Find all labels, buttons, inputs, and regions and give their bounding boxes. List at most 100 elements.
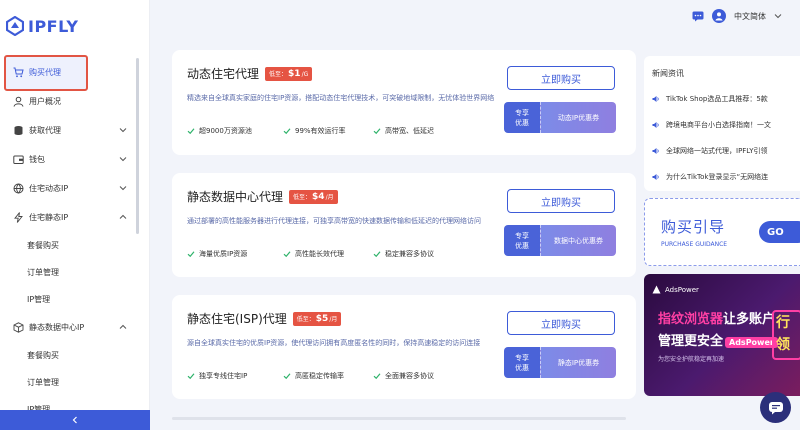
sidebar-subitem-order-management[interactable]: 订单管理 <box>0 259 140 286</box>
chat-support-button[interactable] <box>760 392 791 423</box>
news-item[interactable]: 全球网络一站式代理，IPFLY引领 <box>652 146 800 156</box>
feature-item: 高性能长效代理 <box>283 249 373 259</box>
chevron-up-icon <box>119 214 127 219</box>
sidebar-item-label: 购买代理 <box>29 68 61 77</box>
news-item[interactable]: TikTok Shop选品工具推荐：5款 <box>652 94 800 104</box>
sidebar-item-user-overview[interactable]: 用户概况 <box>0 87 140 116</box>
sidebar-item-buy-proxy[interactable]: 购买代理 <box>0 58 140 87</box>
news-item[interactable]: 跨境电商平台小白选择指南！一文 <box>652 120 800 130</box>
coupon-tag-line: 专享 <box>515 353 529 362</box>
check-icon <box>283 373 291 380</box>
sidebar-subitem-package-purchase[interactable]: 套餐购买 <box>0 232 140 259</box>
chevron-down-icon <box>119 128 127 133</box>
purchase-guide-banner[interactable]: 购买引导 PURCHASE GUIDANCE GO <box>644 198 800 266</box>
news-title: 新闻资讯 <box>652 69 684 78</box>
price-badge: 低至： $4/月 <box>289 189 338 204</box>
check-icon <box>373 128 381 135</box>
coupon-label: 动态IP优惠券 <box>540 102 616 133</box>
coupon-tag-line: 专享 <box>515 108 529 117</box>
guide-title: 购买引导 <box>661 218 726 236</box>
buy-now-button[interactable]: 立即购买 <box>507 66 615 90</box>
price-unit: /月 <box>325 193 334 201</box>
feature-item: 高匿稳定传输率 <box>283 371 373 381</box>
guide-go-button[interactable]: GO <box>759 221 800 243</box>
sidebar-item-label: 订单管理 <box>27 378 59 387</box>
message-icon[interactable] <box>692 11 704 22</box>
card-description: 源自全球真实住宅的优质IP资源，使代理访问拥有高度匿名性的同时，保持高速稳定的访… <box>187 339 481 347</box>
feature-label: 高带宽、低延迟 <box>385 127 434 135</box>
speaker-icon <box>652 174 659 180</box>
feature-item: 稳定兼容多协议 <box>373 249 434 259</box>
news-item-text: TikTok Shop选品工具推荐：5款 <box>666 95 768 103</box>
feature-list: 超9000万资源池 99%有效运行率 高带宽、低延迟 <box>187 126 434 136</box>
feature-list: 海量优质IP资源 高性能长效代理 稳定兼容多协议 <box>187 249 434 259</box>
sidebar-collapse-button[interactable] <box>0 410 150 430</box>
coupon-label: 数据中心优惠券 <box>540 225 616 256</box>
sidebar-subitem-order-management[interactable]: 订单管理 <box>0 369 140 396</box>
ad-tagline: 为您安全护航稳定再加速 <box>658 356 725 363</box>
coupon-tag: 专享 优惠 <box>504 347 540 378</box>
chevron-down-icon <box>119 157 127 162</box>
sidebar-item-get-proxy[interactable]: 获取代理 <box>0 116 140 145</box>
chevron-down-icon[interactable] <box>774 12 782 20</box>
card-title: 静态住宅(ISP)代理 <box>187 312 287 326</box>
check-icon <box>283 251 291 258</box>
feature-label: 稳定兼容多协议 <box>385 250 434 258</box>
cart-icon <box>13 67 24 78</box>
avatar[interactable] <box>712 9 726 23</box>
coupon-datacenter[interactable]: 专享 优惠 数据中心优惠券 <box>504 225 616 256</box>
news-item-text: 为什么TikTok登录显示“无网络连 <box>666 173 769 181</box>
product-card-dynamic-residential: 动态住宅代理 低至： $1/G 精选来自全球真实家庭的住宅IP资源，搭配动态住宅代… <box>172 50 636 155</box>
chevron-left-icon <box>72 416 77 424</box>
check-icon <box>283 128 291 135</box>
coupon-tag-line: 优惠 <box>515 241 529 250</box>
sidebar-item-label: 获取代理 <box>29 126 61 135</box>
sidebar-subitem-package-purchase[interactable]: 套餐购买 <box>0 342 140 369</box>
price-prefix: 低至： <box>293 193 312 201</box>
wallet-icon <box>13 154 24 165</box>
coupon-tag-line: 优惠 <box>515 363 529 372</box>
globe-icon <box>13 183 24 194</box>
feature-label: 海量优质IP资源 <box>199 250 248 258</box>
sidebar-item-residential-static-ip[interactable]: 住宅静态IP <box>0 203 140 232</box>
coupon-tag-line: 专享 <box>515 231 529 240</box>
price-value: $1 <box>288 68 301 79</box>
horizontal-scrollbar[interactable] <box>172 417 626 420</box>
sidebar-scrollbar[interactable] <box>136 58 139 234</box>
adspower-ad-banner[interactable]: AdsPower 指纹浏览器让多账户 管理更安全 AdsPower 为您安全护航稳… <box>644 274 800 396</box>
sidebar-item-label: 住宅静态IP <box>29 213 69 222</box>
feature-label: 独享专线住宅IP <box>199 372 248 380</box>
sidebar: IPFLY 购买代理 用户概况 获取代理 钱包 住宅动态IP 住宅静态IP 套餐… <box>0 0 150 430</box>
sidebar-item-static-datacenter-ip[interactable]: 静态数据中心IP <box>0 313 140 342</box>
user-avatar-icon <box>715 12 723 21</box>
logo[interactable]: IPFLY <box>6 16 78 36</box>
sidebar-item-residential-dynamic-ip[interactable]: 住宅动态IP <box>0 174 140 203</box>
product-card-static-residential-isp: 静态住宅(ISP)代理 低至： $5/月 源自全球真实住宅的优质IP资源，使代理访… <box>172 295 636 399</box>
database-icon <box>13 125 24 136</box>
ad-headline-1: 指纹浏览器让多账户 <box>658 308 775 327</box>
news-panel: 新闻资讯 TikTok Shop选品工具推荐：5款 跨境电商平台小白选择指南！一… <box>644 56 800 191</box>
buy-now-button[interactable]: 立即购买 <box>507 189 615 213</box>
sidebar-subitem-ip-management[interactable]: IP管理 <box>0 286 140 313</box>
guide-subtitle: PURCHASE GUIDANCE <box>661 241 728 248</box>
ad-headline-2: 管理更安全 AdsPower <box>658 330 778 349</box>
sidebar-item-label: 静态数据中心IP <box>29 323 85 332</box>
chevron-down-icon <box>119 186 127 191</box>
coupon-dynamic-ip[interactable]: 专享 优惠 动态IP优惠券 <box>504 102 616 133</box>
card-description: 精选来自全球真实家庭的住宅IP资源，搭配动态住宅代理技术，可突破地域限制，无忧体… <box>187 94 495 102</box>
ad-pill: AdsPower <box>725 337 778 348</box>
news-item[interactable]: 为什么TikTok登录显示“无网络连 <box>652 172 800 182</box>
price-badge: 低至： $1/G <box>265 66 313 81</box>
check-icon <box>187 128 195 135</box>
price-badge: 低至： $5/月 <box>292 311 342 326</box>
check-icon <box>373 251 381 258</box>
language-selector[interactable]: 中文简体 <box>734 11 766 22</box>
sidebar-item-label: 套餐购买 <box>27 351 59 360</box>
ad-brand: AdsPower <box>652 285 699 294</box>
coupon-label: 静态IP优惠券 <box>540 347 616 378</box>
price-value: $5 <box>315 313 329 324</box>
coupon-static-ip[interactable]: 专享 优惠 静态IP优惠券 <box>504 347 616 378</box>
sidebar-item-label: IP管理 <box>27 295 51 304</box>
buy-now-button[interactable]: 立即购买 <box>507 311 615 335</box>
sidebar-item-wallet[interactable]: 钱包 <box>0 145 140 174</box>
